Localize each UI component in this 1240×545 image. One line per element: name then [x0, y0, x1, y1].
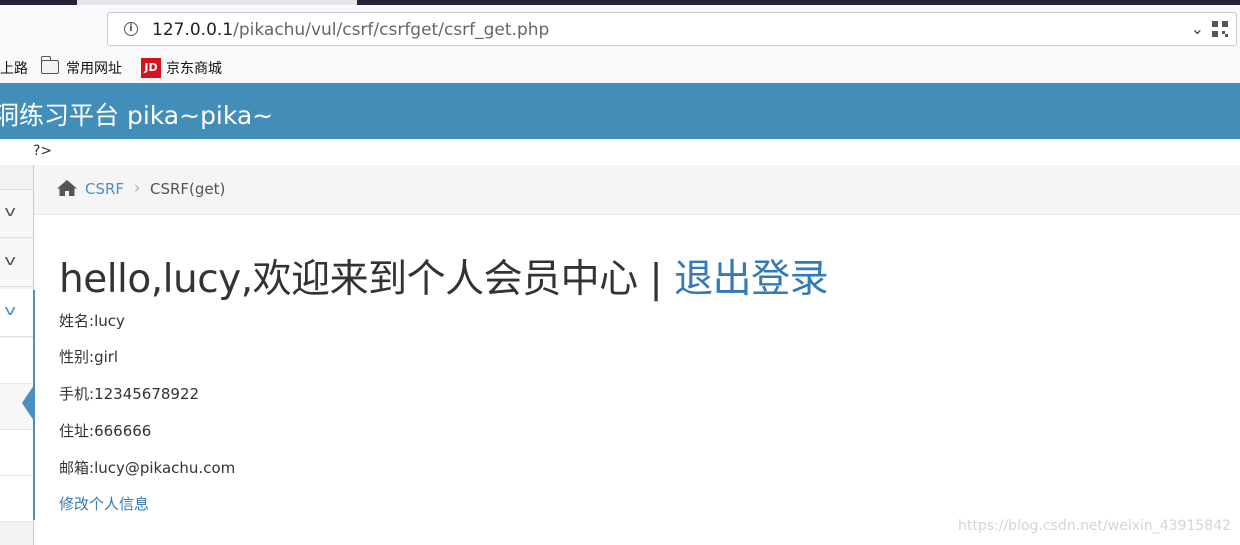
- edit-profile-link[interactable]: 修改个人信息: [59, 493, 149, 514]
- url-host: 127.0.0.1: [152, 20, 234, 40]
- sidebar-item-top[interactable]: [0, 165, 34, 190]
- bookmark-common-sites[interactable]: 常用网址: [66, 58, 122, 78]
- chevron-down-icon[interactable]: ⌄: [1191, 19, 1204, 38]
- active-item-marker: [22, 385, 34, 421]
- field-value: 666666: [94, 422, 152, 440]
- field-address: 住址:666666: [59, 420, 151, 441]
- qr-code-icon[interactable]: [1212, 21, 1228, 37]
- bookmarks-bar: 上路 常用网址 JD 京东商城: [0, 55, 1240, 81]
- jd-icon: JD: [141, 58, 161, 78]
- field-label: 性别:: [59, 348, 95, 366]
- breadcrumb-separator: ›: [134, 178, 141, 197]
- stray-php-text: ?>: [33, 143, 53, 159]
- address-bar[interactable]: i 127.0.0.1/pikachu/vul/csrf/csrfget/csr…: [107, 12, 1237, 46]
- sidebar: v v v: [0, 165, 34, 545]
- greeting-text: hello,lucy,欢迎来到个人会员中心 |: [59, 257, 675, 302]
- breadcrumb: CSRF › CSRF(get): [34, 165, 1240, 215]
- field-label: 手机:: [59, 385, 95, 403]
- info-icon[interactable]: i: [124, 22, 138, 36]
- folder-icon: [41, 56, 59, 74]
- breadcrumb-current: CSRF(get): [150, 180, 226, 198]
- breadcrumb-link-csrf[interactable]: CSRF: [85, 180, 124, 198]
- sidebar-subitem-1[interactable]: [0, 338, 34, 384]
- site-header: 洞练习平台 pika~pika~: [0, 83, 1240, 139]
- sidebar-item-csrf[interactable]: v: [0, 289, 34, 337]
- field-label: 住址:: [59, 422, 95, 440]
- bookmark-shanglu[interactable]: 上路: [0, 58, 28, 78]
- watermark: https://blog.csdn.net/weixin_43915842: [958, 518, 1232, 534]
- chevron-down-icon: v: [4, 253, 16, 269]
- chevron-down-icon: v: [4, 303, 16, 319]
- field-label: 姓名:: [59, 312, 95, 330]
- sidebar-subitem-4[interactable]: [0, 476, 34, 522]
- field-value: lucy: [94, 312, 125, 330]
- bookmark-jd-mall[interactable]: 京东商城: [166, 58, 222, 78]
- url-text[interactable]: 127.0.0.1/pikachu/vul/csrf/csrfget/csrf_…: [152, 20, 549, 40]
- site-title[interactable]: 洞练习平台 pika~pika~: [0, 96, 273, 132]
- field-value: girl: [94, 348, 119, 366]
- page-title: hello,lucy,欢迎来到个人会员中心 | 退出登录: [59, 248, 829, 304]
- field-label: 邮箱:: [59, 459, 95, 477]
- field-email: 邮箱:lucy@pikachu.com: [59, 457, 235, 478]
- field-name: 姓名:lucy: [59, 310, 125, 331]
- field-phone: 手机:12345678922: [59, 383, 199, 404]
- home-icon[interactable]: [56, 179, 78, 197]
- sidebar-item-2[interactable]: v: [0, 239, 34, 287]
- url-path: /pikachu/vul/csrf/csrfget/csrf_get.php: [233, 20, 550, 40]
- field-gender: 性别:girl: [59, 346, 118, 367]
- logout-link[interactable]: 退出登录: [674, 257, 829, 302]
- sidebar-item-1[interactable]: v: [0, 190, 34, 238]
- field-value: lucy@pikachu.com: [94, 459, 236, 477]
- chevron-down-icon: v: [4, 204, 16, 220]
- sidebar-subitem-3[interactable]: [0, 430, 34, 476]
- browser-chrome: i 127.0.0.1/pikachu/vul/csrf/csrfget/csr…: [0, 5, 1240, 83]
- field-value: 12345678922: [94, 385, 200, 403]
